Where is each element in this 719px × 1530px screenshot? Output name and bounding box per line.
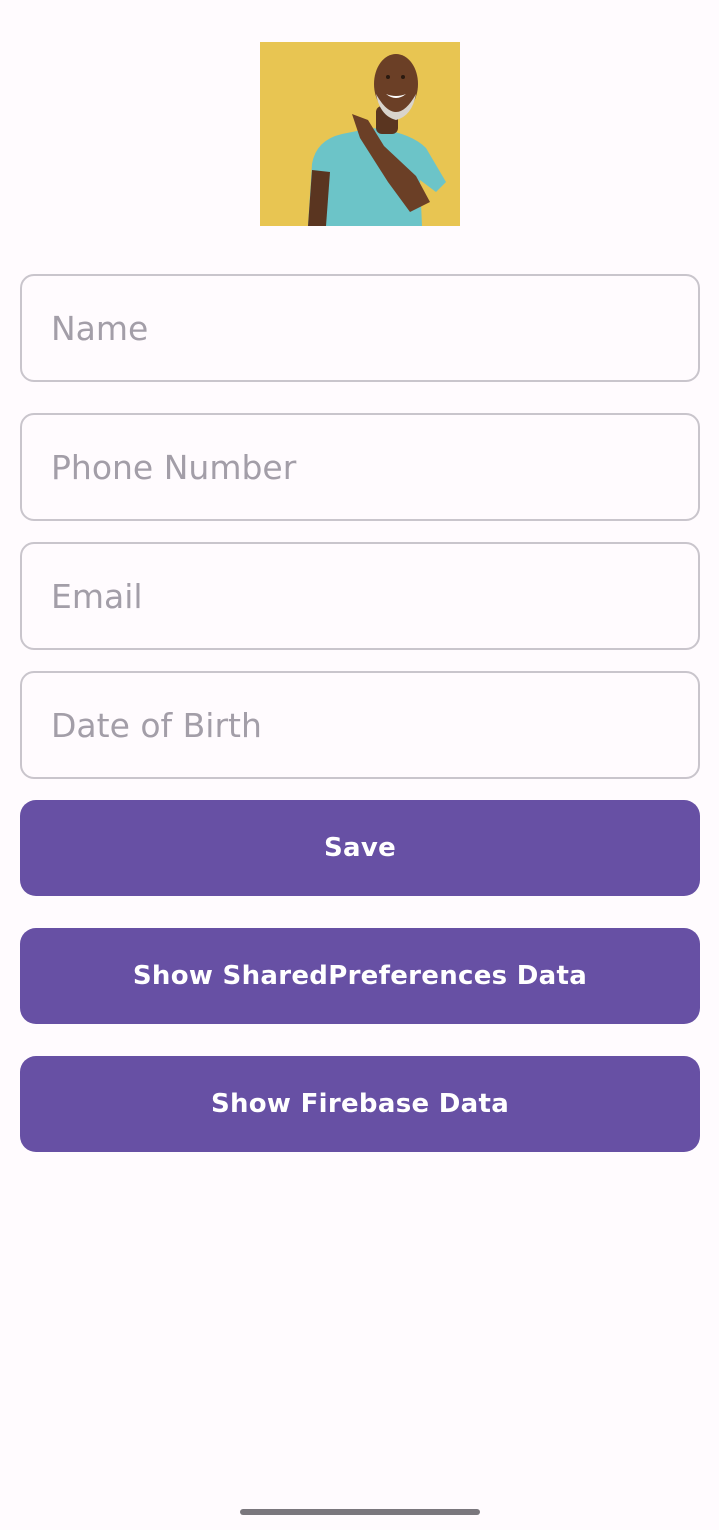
- email-input[interactable]: [20, 542, 700, 650]
- home-indicator[interactable]: [240, 1509, 480, 1515]
- profile-photo: [260, 42, 460, 226]
- show-shared-preferences-button[interactable]: Show SharedPreferences Data: [20, 928, 700, 1024]
- phone-number-input[interactable]: [20, 413, 700, 521]
- save-button[interactable]: Save: [20, 800, 700, 896]
- profile-photo-illustration: [260, 42, 460, 226]
- name-input[interactable]: [20, 274, 700, 382]
- show-firebase-data-button[interactable]: Show Firebase Data: [20, 1056, 700, 1152]
- date-of-birth-input[interactable]: [20, 671, 700, 779]
